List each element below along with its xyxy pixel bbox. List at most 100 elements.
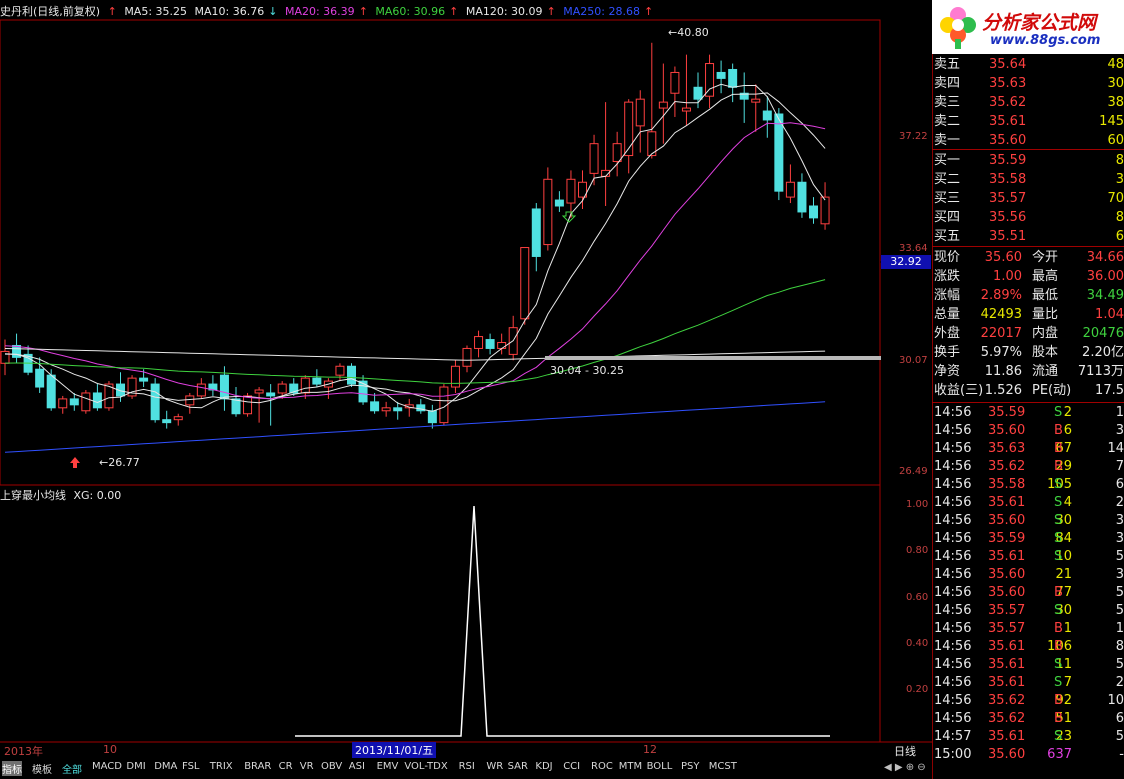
logo-title: 分析家公式网 — [982, 12, 1097, 34]
ask-price: 35.63 — [989, 76, 1027, 91]
tick-time: 14:56 — [934, 405, 972, 420]
stat-row: 换手 5.97% 股本 2.20亿 — [934, 343, 1124, 362]
scroll-controls[interactable]: ◀ ▶ ⊕ ⊖ — [884, 762, 926, 773]
price-tick: 26.49 — [899, 466, 928, 477]
stat-value: 5.97% — [980, 345, 1022, 360]
tick-row: 14:56 35.58 105 S 6 — [934, 476, 1124, 494]
stat-value: 2.89% — [980, 288, 1022, 303]
ma60-line — [4, 279, 826, 384]
candle-up — [670, 71, 680, 94]
tick-volume: 1 — [1063, 621, 1072, 636]
tick-price: 35.61 — [988, 639, 1026, 654]
stat-label: 换手 — [934, 345, 961, 360]
indicator-tab[interactable]: ASI — [349, 761, 365, 772]
tick-time: 14:56 — [934, 603, 972, 618]
tick-row: 14:56 35.61 4 S 2 — [934, 494, 1124, 512]
indicator-tab[interactable]: TRIX — [210, 761, 233, 772]
tick-side: B — [1054, 639, 1063, 654]
tick-time: 14:57 — [934, 729, 972, 744]
tick-time: 14:56 — [934, 693, 972, 708]
tick-volume: 637 — [1047, 747, 1072, 762]
pointer-icon: ← — [99, 456, 109, 469]
stat-label: 涨跌 — [934, 269, 961, 284]
tick-row: 14:56 35.61 106 B 8 — [934, 638, 1124, 656]
tick-side: B — [1054, 585, 1063, 600]
bid-row: 买五 35.51 6 — [934, 227, 1124, 246]
stat-value: 11.86 — [984, 364, 1022, 379]
tick-time: 14:56 — [934, 513, 972, 528]
tick-side: S — [1054, 729, 1063, 744]
indicator-tab[interactable]: KDJ — [535, 761, 552, 772]
candle-down — [774, 113, 784, 192]
logo-url[interactable]: www.88gs.com — [990, 33, 1100, 48]
indicator-tab[interactable]: OBV — [321, 761, 342, 772]
indicator-tab[interactable]: FSL — [182, 761, 200, 772]
ask-price: 35.60 — [989, 133, 1027, 148]
tick-price: 35.60 — [988, 423, 1026, 438]
indicator-tab[interactable]: MCST — [709, 761, 737, 772]
indicator-tick: 0.40 — [906, 638, 929, 649]
stat-label: 涨幅 — [934, 288, 961, 303]
candle-up — [58, 398, 68, 409]
tick-time: 14:56 — [934, 549, 972, 564]
indicator-tab[interactable]: 模板 — [32, 761, 52, 776]
indicator-tab[interactable]: RSI — [459, 761, 475, 772]
tick-price: 35.60 — [988, 513, 1026, 528]
ask-row: 卖三 35.62 38 — [934, 93, 1124, 112]
tick-side: B — [1054, 423, 1063, 438]
stat-value: 20476 — [1082, 326, 1124, 341]
candle-down — [92, 392, 102, 409]
stat-label: 量比 — [1032, 307, 1059, 322]
indicator-tab[interactable]: DMA — [154, 761, 177, 772]
candle-up — [381, 407, 391, 412]
up-arrow-icon: ↑ — [358, 5, 368, 18]
indicator-tab[interactable]: CR — [279, 761, 293, 772]
candle-up — [612, 143, 622, 162]
tick-row: 14:56 35.57 1 B 1 — [934, 620, 1124, 638]
indicator-tab[interactable]: VR — [300, 761, 314, 772]
tick-count: 8 — [1115, 639, 1124, 654]
indicator-tab[interactable]: 全部 — [62, 761, 82, 776]
tick-time: 14:56 — [934, 621, 972, 636]
flower-logo-icon — [940, 7, 976, 49]
indicator-tab[interactable]: SAR — [508, 761, 528, 772]
indicator-tab[interactable]: VOL-TDX — [404, 761, 447, 772]
stat-label: 总量 — [934, 307, 961, 322]
tick-time: 14:56 — [934, 657, 972, 672]
indicator-tab[interactable]: CCI — [563, 761, 580, 772]
tick-count: 3 — [1115, 513, 1124, 528]
candle-up — [196, 383, 206, 397]
stat-value: 42493 — [980, 307, 1022, 322]
indicator-tab[interactable]: MTM — [619, 761, 642, 772]
bid-label: 买三 — [934, 191, 961, 206]
indicator-tab[interactable]: EMV — [377, 761, 399, 772]
support-band — [545, 356, 881, 360]
ask-row: 卖二 35.61 145 — [934, 112, 1124, 131]
ask-price: 35.64 — [989, 57, 1027, 72]
candle-down — [162, 419, 172, 424]
candle-up — [300, 377, 310, 394]
stat-row: 收益(三) 1.526 PE(动) 17.5 — [934, 381, 1124, 400]
indicator-tab[interactable]: BOLL — [647, 761, 673, 772]
indicator-tab[interactable]: 指标 — [2, 761, 22, 776]
candle-down — [809, 205, 818, 219]
ask-label: 卖五 — [934, 57, 961, 72]
indicator-tab[interactable]: BRAR — [244, 761, 271, 772]
indicator-tab[interactable]: WR — [486, 761, 503, 772]
ask-volume: 38 — [1107, 95, 1124, 110]
candle-down — [312, 377, 322, 385]
indicator-tab[interactable]: MACD — [92, 761, 122, 772]
tick-count: - — [1119, 747, 1124, 762]
indicator-tab[interactable]: ROC — [591, 761, 613, 772]
ask-row: 卖五 35.64 48 — [934, 55, 1124, 74]
ask-row: 卖一 35.60 60 — [934, 131, 1124, 150]
tick-time: 14:56 — [934, 477, 972, 492]
indicator-tab[interactable]: DMI — [126, 761, 145, 772]
tick-row: 14:56 35.61 11 S 5 — [934, 656, 1124, 674]
indicator-tab[interactable]: PSY — [681, 761, 700, 772]
tick-side: B — [1054, 441, 1063, 456]
bid-volume: 8 — [1115, 210, 1124, 225]
stat-label: 外盘 — [934, 326, 961, 341]
stat-row: 净资 11.86 流通 7113万 — [934, 362, 1124, 381]
bid-volume: 70 — [1107, 191, 1124, 206]
